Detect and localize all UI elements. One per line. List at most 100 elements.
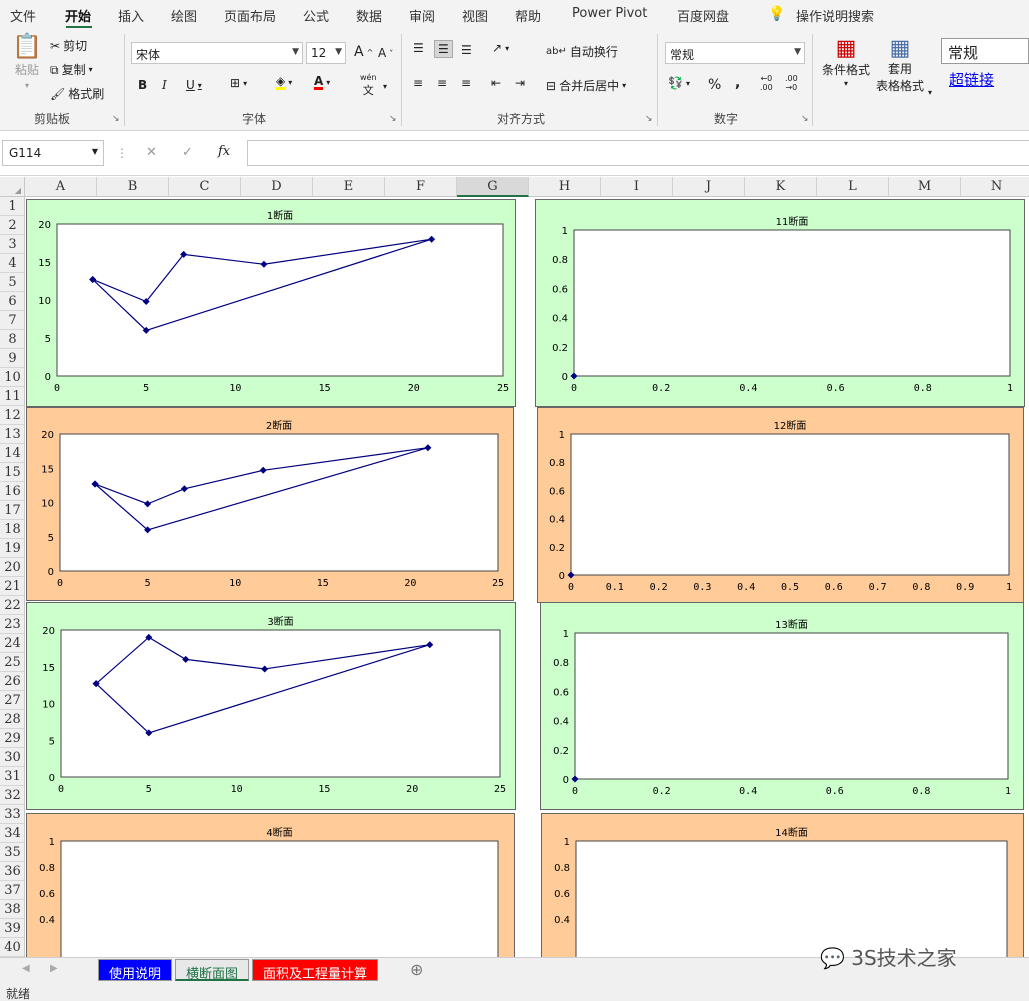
orientation-button[interactable]: ↗ ▾ <box>492 42 509 54</box>
row-header-30[interactable]: 30 <box>0 748 24 767</box>
accounting-format-button[interactable]: 💱 ▾ <box>668 77 690 89</box>
dialog-launcher-icon[interactable]: ↘ <box>112 114 120 124</box>
row-header-19[interactable]: 19 <box>0 539 24 558</box>
decrease-indent-button[interactable]: ⇤ <box>491 77 501 89</box>
chart-panel[interactable]: 11断面 0 0.2 0.4 0.6 0.8 1 0 0.2 0.4 0.6 0.8 1 <box>535 199 1025 407</box>
scroll-right-icon[interactable]: ▶ <box>50 963 58 974</box>
border-button[interactable]: ⊞ ▾ <box>230 77 247 89</box>
row-header-24[interactable]: 24 <box>0 634 24 653</box>
column-header-i[interactable]: I <box>601 177 673 197</box>
menu-review[interactable]: 审阅 <box>409 6 435 25</box>
row-header-13[interactable]: 13 <box>0 425 24 444</box>
row-header-7[interactable]: 7 <box>0 311 24 330</box>
menu-help[interactable]: 帮助 <box>515 6 541 25</box>
row-header-3[interactable]: 3 <box>0 235 24 254</box>
worksheet-grid[interactable]: 1断面 0 5 10 15 20 0 5 10 15 20 25 11断面 0 0.2 0.4 0.6 0.8 1 0… <box>25 197 1029 957</box>
grow-font-button[interactable]: A ^ <box>354 44 373 60</box>
paste-button[interactable]: 📋 粘贴 ▾ <box>10 34 44 90</box>
column-header-e[interactable]: E <box>313 177 385 197</box>
scroll-left-icon[interactable]: ◀ <box>22 963 30 974</box>
row-header-15[interactable]: 15 <box>0 463 24 482</box>
menu-home[interactable]: 开始 <box>65 6 91 25</box>
insert-function-button[interactable]: fx <box>218 144 230 159</box>
chart-panel[interactable]: 2断面 0 5 10 15 20 0 5 10 15 20 25 <box>26 407 514 601</box>
row-header-25[interactable]: 25 <box>0 653 24 672</box>
column-header-g[interactable]: G <box>457 177 529 197</box>
column-header-j[interactable]: J <box>673 177 745 197</box>
dialog-launcher-icon[interactable]: ↘ <box>389 114 397 124</box>
row-header-8[interactable]: 8 <box>0 330 24 349</box>
row-header-34[interactable]: 34 <box>0 824 24 843</box>
dialog-launcher-icon[interactable]: ↘ <box>645 114 653 124</box>
row-header-31[interactable]: 31 <box>0 767 24 786</box>
font-size-combo[interactable]: 12 ▼ <box>306 42 346 64</box>
column-header-c[interactable]: C <box>169 177 241 197</box>
row-header-39[interactable]: 39 <box>0 919 24 938</box>
select-all-corner[interactable]: ◢ <box>0 177 25 197</box>
row-header-2[interactable]: 2 <box>0 216 24 235</box>
chart-panel[interactable]: 14断面 0.4 0.6 0.8 1 <box>541 813 1024 957</box>
align-center-button[interactable]: ≡ <box>437 77 447 89</box>
row-header-6[interactable]: 6 <box>0 292 24 311</box>
menu-insert[interactable]: 插入 <box>118 6 144 25</box>
merge-center-button[interactable]: ⊟ 合并后居中 ▾ <box>546 77 626 94</box>
row-header-10[interactable]: 10 <box>0 368 24 387</box>
phonetic-button[interactable]: wén 文 <box>360 73 377 98</box>
column-header-k[interactable]: K <box>745 177 817 197</box>
menu-file[interactable]: 文件 <box>10 6 36 25</box>
italic-button[interactable]: I <box>162 78 167 92</box>
menu-formulas[interactable]: 公式 <box>303 6 329 25</box>
menu-baidu-netdisk[interactable]: 百度网盘 <box>677 6 729 25</box>
align-bottom-button[interactable]: ☰ <box>461 44 472 56</box>
row-header-16[interactable]: 16 <box>0 482 24 501</box>
row-header-35[interactable]: 35 <box>0 843 24 862</box>
enter-icon[interactable]: ✓ <box>182 145 193 160</box>
chart-panel[interactable]: 13断面 0 0.2 0.4 0.6 0.8 1 0 0.2 0.4 0.6 0.8 1 <box>540 602 1024 810</box>
font-name-combo[interactable]: 宋体 ▼ <box>131 42 303 64</box>
cell-style-normal[interactable]: 常规 <box>941 38 1029 64</box>
row-header-20[interactable]: 20 <box>0 558 24 577</box>
tell-me-search[interactable]: 操作说明搜索 <box>796 6 874 25</box>
row-header-26[interactable]: 26 <box>0 672 24 691</box>
name-box[interactable]: G114 ▼ <box>2 140 104 166</box>
column-header-l[interactable]: L <box>817 177 889 197</box>
sheet-tab-instructions[interactable]: 使用说明 <box>98 959 173 982</box>
bold-button[interactable]: B <box>138 78 147 92</box>
add-sheet-icon[interactable]: ⊕ <box>410 960 423 979</box>
row-header-11[interactable]: 11 <box>0 387 24 406</box>
row-header-32[interactable]: 32 <box>0 786 24 805</box>
column-header-d[interactable]: D <box>241 177 313 197</box>
chart-panel[interactable]: 1断面 0 5 10 15 20 0 5 10 15 20 25 <box>26 199 516 407</box>
align-middle-button[interactable]: ☰ <box>434 40 453 58</box>
cancel-icon[interactable]: ✕ <box>146 145 157 160</box>
cell-style-hyperlink[interactable]: 超链接 <box>941 66 1029 90</box>
more-options-icon[interactable]: ⋮ <box>116 146 128 160</box>
conditional-format-button[interactable]: ▦ 条件格式 ▾ <box>822 38 870 89</box>
row-header-12[interactable]: 12 <box>0 406 24 425</box>
align-left-button[interactable]: ≡ <box>413 77 423 89</box>
increase-indent-button[interactable]: ⇥ <box>515 77 525 89</box>
row-header-18[interactable]: 18 <box>0 520 24 539</box>
underline-button[interactable]: U ▾ <box>186 78 202 92</box>
menu-power-pivot[interactable]: Power Pivot <box>572 6 647 21</box>
percent-button[interactable]: % <box>708 77 721 93</box>
font-color-button[interactable]: A ▾ <box>314 75 330 90</box>
row-header-37[interactable]: 37 <box>0 881 24 900</box>
column-header-b[interactable]: B <box>97 177 169 197</box>
row-header-9[interactable]: 9 <box>0 349 24 368</box>
row-header-36[interactable]: 36 <box>0 862 24 881</box>
column-header-f[interactable]: F <box>385 177 457 197</box>
format-as-table-button[interactable]: ▦ 套用 表格格式 <box>876 38 924 94</box>
row-header-4[interactable]: 4 <box>0 254 24 273</box>
increase-decimal-button[interactable]: ←0.00 <box>760 74 773 92</box>
chart-panel[interactable]: 12断面 0 0.2 0.4 0.6 0.8 1 0 0.1 0.2 0.3 0.4 0.5 0.6 0.7… <box>537 407 1024 603</box>
number-format-combo[interactable]: 常规 ▼ <box>665 42 805 64</box>
align-right-button[interactable]: ≡ <box>461 77 471 89</box>
row-header-40[interactable]: 40 <box>0 938 24 957</box>
column-header-n[interactable]: N <box>961 177 1029 197</box>
menu-data[interactable]: 数据 <box>356 6 382 25</box>
shrink-font-button[interactable]: A ˅ <box>378 46 393 60</box>
comma-button[interactable]: , <box>735 75 740 91</box>
sheet-tab-volume-calc[interactable]: 面积及工程量计算 <box>252 959 379 982</box>
row-header-28[interactable]: 28 <box>0 710 24 729</box>
